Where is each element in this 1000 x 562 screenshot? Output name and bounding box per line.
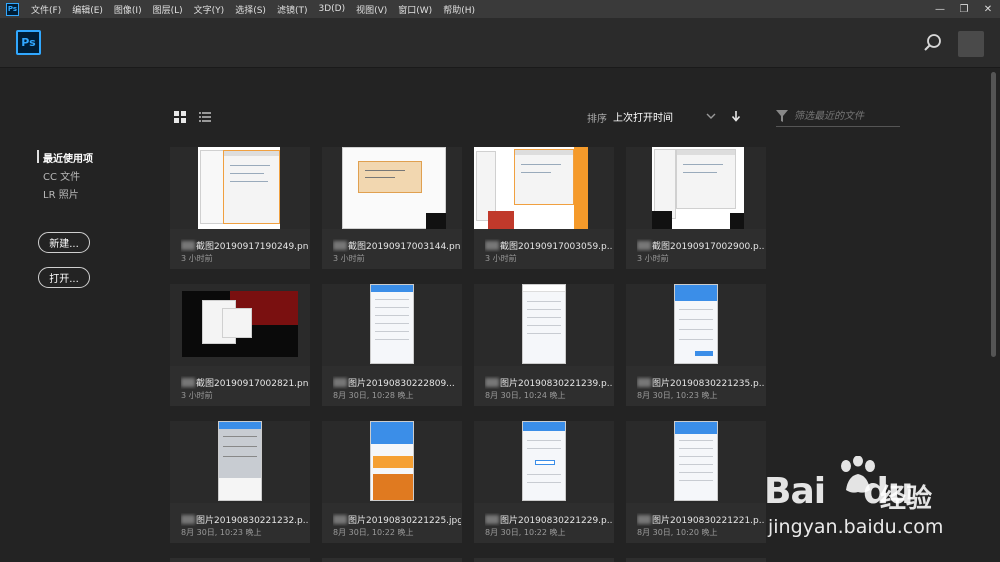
menu-edit[interactable]: 编辑(E)	[68, 3, 110, 16]
minimize-button[interactable]: —	[928, 0, 952, 18]
file-time: 8月 30日, 10:28 晚上	[333, 391, 414, 400]
file-thumbnail	[626, 421, 766, 503]
nav-item-cc-files[interactable]: CC 文件	[43, 168, 80, 183]
menu-image[interactable]: 图像(I)	[110, 3, 149, 16]
file-name: 图片20190830221225.jpg	[333, 513, 461, 526]
photoshop-logo[interactable]: Ps	[16, 30, 41, 55]
file-thumbnail	[626, 284, 766, 366]
grid-view-icon[interactable]	[174, 111, 186, 123]
file-time: 8月 30日, 10:22 晚上	[333, 528, 414, 537]
file-thumbnail	[170, 284, 310, 366]
file-time: 3 小时前	[485, 254, 517, 263]
list-view-icon[interactable]	[199, 111, 211, 123]
menu-select[interactable]: 选择(S)	[231, 3, 273, 16]
paw-icon	[841, 456, 875, 493]
file-thumbnail	[170, 147, 310, 229]
file-thumbnail	[474, 284, 614, 366]
file-name: 图片20190830221232.p...	[181, 513, 309, 526]
file-time: 8月 30日, 10:23 晚上	[637, 391, 718, 400]
file-name: 截图20190917003144.png	[333, 239, 461, 252]
file-name: 图片20190830222809...	[333, 376, 461, 389]
file-card-partial	[170, 558, 310, 562]
avatar[interactable]	[958, 31, 984, 57]
file-card[interactable]: 图片20190830221239.p... 8月 30日, 10:24 晚上	[474, 284, 614, 406]
filter-box	[776, 107, 900, 127]
file-time: 8月 30日, 10:20 晚上	[637, 528, 718, 537]
file-name: 图片20190830221239.p...	[485, 376, 613, 389]
file-time: 3 小时前	[181, 391, 213, 400]
file-name: 截图20190917190249.png	[181, 239, 309, 252]
file-name: 截图20190917002821.png	[181, 376, 309, 389]
file-card-partial	[322, 558, 462, 562]
file-time: 3 小时前	[637, 254, 669, 263]
open-button[interactable]: 打开...	[38, 267, 90, 288]
menu-bar: Ps 文件(F) 编辑(E) 图像(I) 图层(L) 文字(Y) 选择(S) 滤…	[0, 0, 1000, 18]
restore-button[interactable]: ❐	[952, 0, 976, 18]
baidu-jingyan-watermark: Bai du 经验 jingyan.baidu.com	[764, 456, 954, 542]
app-header: Ps	[0, 18, 1000, 68]
file-time: 3 小时前	[181, 254, 213, 263]
window-controls: — ❐ ✕	[928, 0, 1000, 18]
file-card[interactable]: 图片20190830221225.jpg 8月 30日, 10:22 晚上	[322, 421, 462, 543]
file-card[interactable]: 截图20190917190249.png 3 小时前	[170, 147, 310, 269]
file-name: 截图20190917003059.p...	[485, 239, 613, 252]
file-thumbnail	[170, 421, 310, 503]
file-name: 图片20190830221235.p...	[637, 376, 765, 389]
file-thumbnail	[322, 284, 462, 366]
chevron-down-icon[interactable]	[705, 110, 717, 122]
menu-filter[interactable]: 滤镜(T)	[273, 3, 315, 16]
scrollbar-thumb[interactable]	[991, 72, 996, 357]
menu-help[interactable]: 帮助(H)	[439, 3, 482, 16]
file-thumbnail	[322, 147, 462, 229]
file-card[interactable]: 图片20190830221235.p... 8月 30日, 10:23 晚上	[626, 284, 766, 406]
file-card[interactable]: 图片20190830221221.p... 8月 30日, 10:20 晚上	[626, 421, 766, 543]
file-thumbnail	[626, 147, 766, 229]
nav-item-recent[interactable]: 最近使用项	[43, 150, 93, 165]
file-thumbnail	[474, 147, 614, 229]
menu-layer[interactable]: 图层(L)	[149, 3, 190, 16]
menu-3d[interactable]: 3D(D)	[314, 4, 352, 14]
new-button[interactable]: 新建...	[38, 232, 90, 253]
menu-view[interactable]: 视图(V)	[352, 3, 394, 16]
close-button[interactable]: ✕	[976, 0, 1000, 18]
file-time: 8月 30日, 10:24 晚上	[485, 391, 566, 400]
file-card[interactable]: 截图20190917002900.p... 3 小时前	[626, 147, 766, 269]
menu-type[interactable]: 文字(Y)	[190, 3, 232, 16]
photoshop-app-icon: Ps	[6, 2, 19, 16]
nav-item-lr-photos[interactable]: LR 照片	[43, 186, 79, 201]
file-name: 图片20190830221221.p...	[637, 513, 765, 526]
file-card[interactable]: 截图20190917003059.p... 3 小时前	[474, 147, 614, 269]
sort-direction-icon[interactable]	[730, 110, 742, 122]
file-card[interactable]: 图片20190830222809... 8月 30日, 10:28 晚上	[322, 284, 462, 406]
menu-file[interactable]: 文件(F)	[27, 3, 68, 16]
file-time: 3 小时前	[333, 254, 365, 263]
menu-window[interactable]: 窗口(W)	[394, 3, 439, 16]
file-time: 8月 30日, 10:22 晚上	[485, 528, 566, 537]
file-time: 8月 30日, 10:23 晚上	[181, 528, 262, 537]
filter-input[interactable]	[794, 108, 898, 124]
file-card[interactable]: 图片20190830221232.p... 8月 30日, 10:23 晚上	[170, 421, 310, 543]
file-card[interactable]: 截图20190917003144.png 3 小时前	[322, 147, 462, 269]
watermark-url: jingyan.baidu.com	[768, 516, 944, 538]
sort-label: 排序	[587, 114, 607, 125]
file-card[interactable]: 图片20190830221229.p... 8月 30日, 10:22 晚上	[474, 421, 614, 543]
search-icon[interactable]	[922, 32, 944, 54]
filter-icon	[776, 110, 788, 122]
nav-active-indicator	[37, 150, 39, 163]
file-thumbnail	[322, 421, 462, 503]
file-thumbnail	[474, 421, 614, 503]
file-name: 图片20190830221229.p...	[485, 513, 613, 526]
file-card-partial	[626, 558, 766, 562]
file-card[interactable]: 截图20190917002821.png 3 小时前	[170, 284, 310, 406]
file-name: 截图20190917002900.p...	[637, 239, 765, 252]
file-card-partial	[474, 558, 614, 562]
watermark-site: 经验	[880, 484, 933, 514]
